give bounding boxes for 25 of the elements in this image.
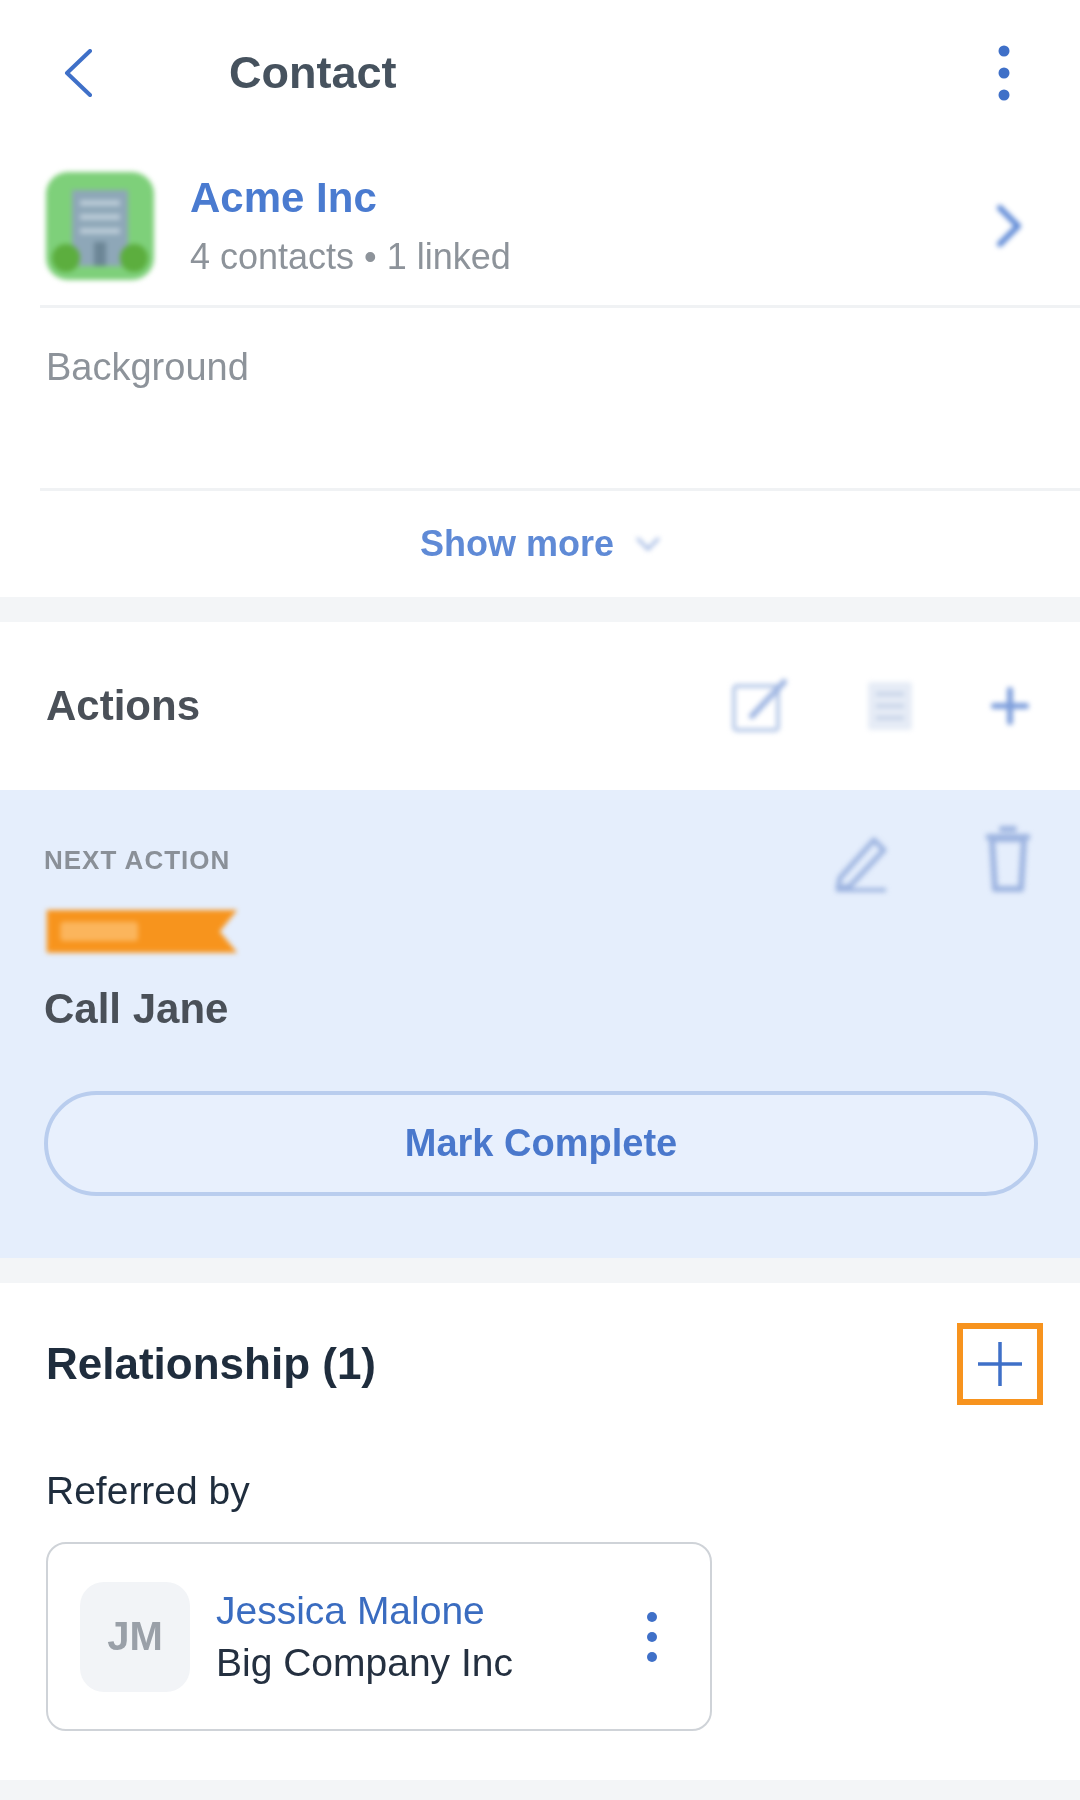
initials-avatar: JM [80,1581,190,1692]
contact-company: Big Company Inc [216,1639,513,1686]
plus-icon[interactable] [990,686,1030,726]
back-icon[interactable] [63,49,93,97]
company-name-link[interactable]: Acme Inc [190,172,377,223]
company-contacts-count: 4 contacts • 1 linked [190,234,511,279]
actions-title: Actions [46,682,200,730]
relation-type-label: Referred by [46,1468,250,1514]
plus-icon [977,1341,1023,1387]
building-logo-icon [46,171,154,280]
mark-complete-button[interactable]: Mark Complete [44,1090,1038,1196]
more-options-icon[interactable] [998,45,1010,101]
relationship-title: Relationship (1) [46,1339,377,1389]
page-title: Contact [229,47,397,99]
background-label: Background [46,346,249,388]
caret-down-icon [636,537,660,551]
contact-name-link[interactable]: Jessica Malone [216,1586,485,1635]
contact-card[interactable]: JM Jessica Malone Big Company Inc [46,1542,712,1731]
ribbon-tag-icon [44,910,240,953]
next-action-title: Call Jane [44,983,229,1034]
chevron-right-icon[interactable] [996,203,1024,248]
add-relationship-button[interactable] [957,1323,1043,1405]
trash-icon[interactable] [986,825,1030,895]
more-options-icon[interactable] [646,1611,658,1662]
next-action-label: NEXT ACTION [44,844,231,876]
